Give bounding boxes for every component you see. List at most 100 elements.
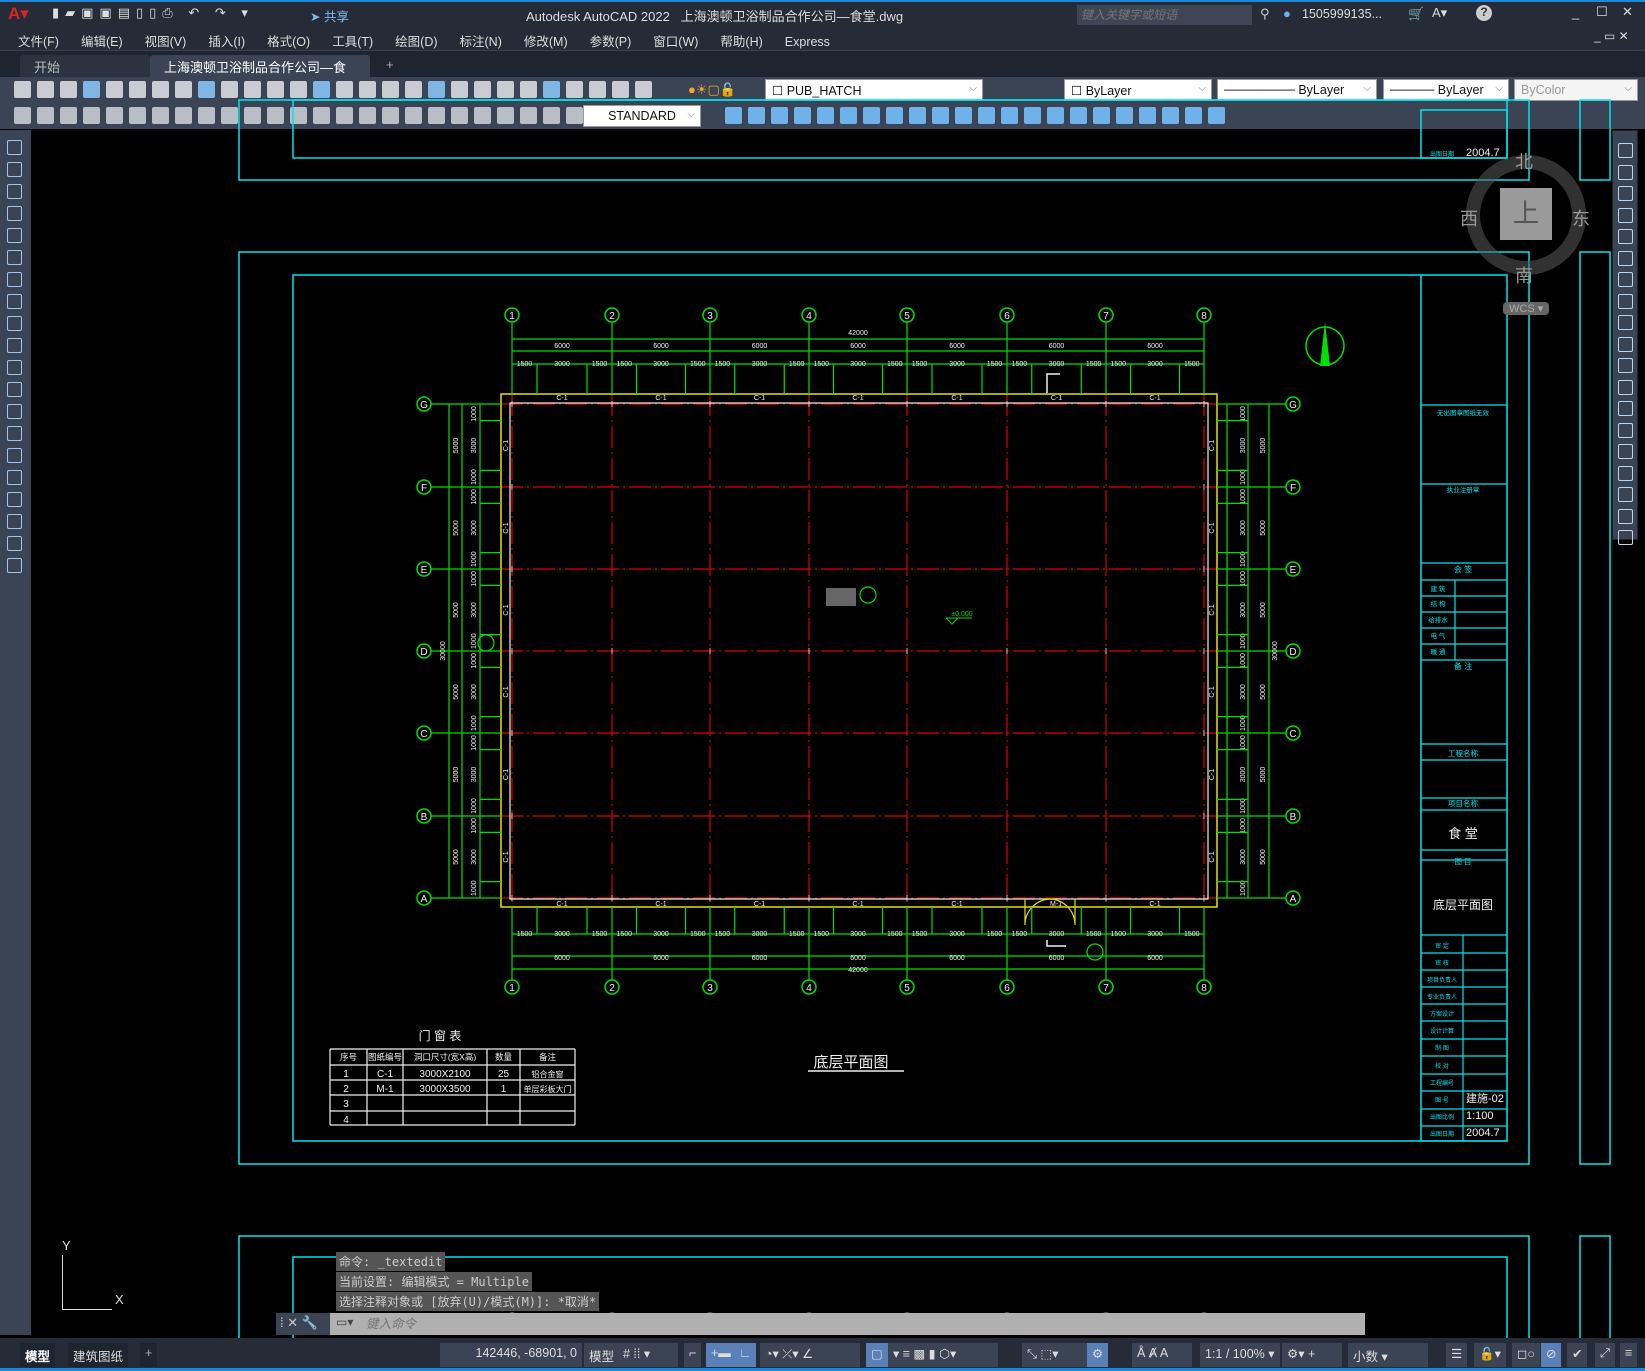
schedule-header: 序号 <box>340 1052 357 1062</box>
column-mark: I <box>511 400 513 409</box>
layout-tab-sheet[interactable]: 建筑图纸 <box>68 1343 129 1367</box>
schedule-cell: 1 <box>501 1084 507 1095</box>
dim-text-sub: 1000 <box>1240 489 1247 505</box>
add-layout-button[interactable]: + <box>140 1343 158 1367</box>
modify-tool-icon[interactable] <box>1618 186 1633 201</box>
viewcube-top-face[interactable]: 上 <box>1500 188 1552 240</box>
polar-osnap-icons[interactable]: ◔▾ ⤫▾ ∠ <box>760 1343 860 1367</box>
dim-text-sub: 1000 <box>471 633 478 649</box>
modify-tool-icon[interactable] <box>1618 164 1633 180</box>
viewcube-west[interactable]: 西 <box>1460 205 1478 231</box>
dim-text-sub: 1000 <box>1240 880 1247 896</box>
section-cut-mark <box>1046 373 1066 947</box>
modify-tool-icon[interactable] <box>1618 422 1633 438</box>
annotation-scale[interactable]: 1:1 / 100% ▾ <box>1200 1343 1280 1367</box>
dim-text-bay: 5000 <box>1260 602 1267 618</box>
dim-text-sub: 3000 <box>1240 684 1247 700</box>
title-block-value: 2004.7 <box>1466 1127 1500 1139</box>
title-block-label: 工程名称 <box>1448 748 1478 758</box>
command-prompt-icon[interactable]: ▭▾ <box>336 1315 353 1329</box>
schedule-cell: M-1 <box>376 1084 394 1095</box>
quick-properties-icon[interactable]: ☰ <box>1446 1343 1468 1367</box>
layout-tab-model[interactable]: 模型 <box>20 1343 56 1367</box>
model-space-toggle[interactable]: 模型 <box>584 1343 620 1367</box>
modify-tool-icon[interactable] <box>1618 336 1633 352</box>
hardware-acceleration-icon[interactable]: ⊘ <box>1541 1343 1562 1367</box>
dim-text-sub: 3000 <box>471 767 478 783</box>
dim-text-bay: 6000 <box>752 955 768 962</box>
column-mark: I <box>511 647 513 656</box>
coordinates-readout[interactable]: 142446, -68901, 0 <box>440 1343 582 1367</box>
clean-screen-icon[interactable]: ✔ <box>1567 1343 1588 1367</box>
section-callout-icon <box>1086 943 1104 961</box>
modify-tool-icon[interactable] <box>1618 272 1633 287</box>
modify-tool-icon[interactable] <box>1618 508 1633 524</box>
window-tag-top: C-1 <box>852 395 863 402</box>
modify-tool-icon[interactable] <box>1618 358 1633 373</box>
axis-label-top: 8 <box>1201 311 1207 322</box>
command-close-button[interactable]: ⁞ ✕ 🔧 <box>276 1313 330 1335</box>
title-block-label: 出图日期 <box>1430 1130 1454 1138</box>
modify-tool-icon[interactable] <box>1618 293 1633 309</box>
dim-text-sub: 3000 <box>752 931 768 938</box>
modify-tool-icon[interactable] <box>1618 229 1633 244</box>
dim-text-sub: 1000 <box>471 571 478 587</box>
ucs-x-axis <box>62 1309 112 1310</box>
axis-label-top: 2 <box>609 311 615 322</box>
axis-label-left: C <box>420 729 427 740</box>
viewcube-south[interactable]: 南 <box>1515 262 1533 288</box>
snap-mode-icon[interactable]: +▬ <box>706 1343 736 1367</box>
title-block-label: 给排水 <box>1428 615 1448 624</box>
axis-label-right: F <box>1290 483 1296 494</box>
elevation-symbol-icon <box>945 617 972 625</box>
customization-menu-icon[interactable]: ≡ <box>1620 1343 1638 1367</box>
dim-text-sub: 3000 <box>554 931 570 938</box>
command-input[interactable] <box>330 1313 1365 1335</box>
annotation-scale-icons[interactable]: Å Ⱥ A <box>1132 1343 1192 1367</box>
lock-ui-icon[interactable]: 🔓▾ <box>1474 1343 1506 1367</box>
modify-palette <box>1612 130 1638 545</box>
fullscreen-icon[interactable]: ⤢ <box>1595 1343 1616 1367</box>
isolate-objects-icon[interactable]: ◻○ <box>1512 1343 1540 1367</box>
modify-tool-icon[interactable] <box>1618 530 1633 545</box>
settings-icons[interactable]: ⚙▾ + <box>1282 1343 1342 1367</box>
modify-tool-icon[interactable] <box>1618 250 1633 266</box>
grid-snap-icons[interactable]: # ⁞⁞ ▾ <box>618 1343 678 1367</box>
lineweight-transparency-icons[interactable]: ▾ ≡ ▩ ▮ ⬡▾ <box>888 1343 998 1367</box>
infer-icon[interactable]: ⌐ <box>684 1343 702 1367</box>
window-tag-right: C-1 <box>1209 522 1216 533</box>
sheet-inner-frame <box>292 274 1508 1142</box>
title-block-value: 2004.7 <box>1466 147 1500 159</box>
dynamic-ucs-icon[interactable]: ▢ <box>866 1343 888 1367</box>
window-tag-top: C-1 <box>1149 395 1160 402</box>
dim-text-bay: 5000 <box>453 520 460 536</box>
window-tag-bottom: C-1 <box>1149 901 1160 908</box>
ortho-icon[interactable]: ∟ <box>734 1343 757 1367</box>
dim-text-bay: 6000 <box>554 955 570 962</box>
schedule-cell: 单层彩板大门 <box>524 1084 572 1094</box>
column-mark: I <box>511 894 513 903</box>
column-mark: I <box>709 400 711 409</box>
modify-tool-icon[interactable] <box>1618 444 1633 459</box>
viewcube-east[interactable]: 东 <box>1572 205 1590 231</box>
modify-tool-icon[interactable] <box>1618 315 1633 330</box>
modify-tool-icon[interactable] <box>1618 401 1633 416</box>
column-mark: I <box>1006 647 1008 656</box>
modify-tool-icon[interactable] <box>1618 465 1633 481</box>
workspace-icon[interactable]: ⚙ <box>1087 1343 1109 1367</box>
column-mark: I <box>1203 400 1205 409</box>
dim-text-sub: 3000 <box>1240 520 1247 536</box>
window-tag-right: C-1 <box>1209 686 1216 697</box>
modify-tool-icon[interactable] <box>1618 379 1633 395</box>
title-block-label: 执业注册章 <box>1447 485 1480 494</box>
modify-tool-icon[interactable] <box>1618 487 1633 502</box>
modify-tool-icon[interactable] <box>1618 207 1633 223</box>
dim-text-sub: 3000 <box>1240 767 1247 783</box>
dim-text-bay: 6000 <box>1147 955 1163 962</box>
dim-text-sub: 1000 <box>1240 735 1247 751</box>
wcs-menu[interactable]: WCS ▾ <box>1503 302 1550 315</box>
viewcube-north[interactable]: 北 <box>1515 148 1533 174</box>
modify-tool-icon[interactable] <box>1618 143 1633 158</box>
units-dropdown[interactable]: 小数 ▾ <box>1348 1343 1428 1367</box>
title-block-label: 专业负责人 <box>1427 993 1457 1001</box>
